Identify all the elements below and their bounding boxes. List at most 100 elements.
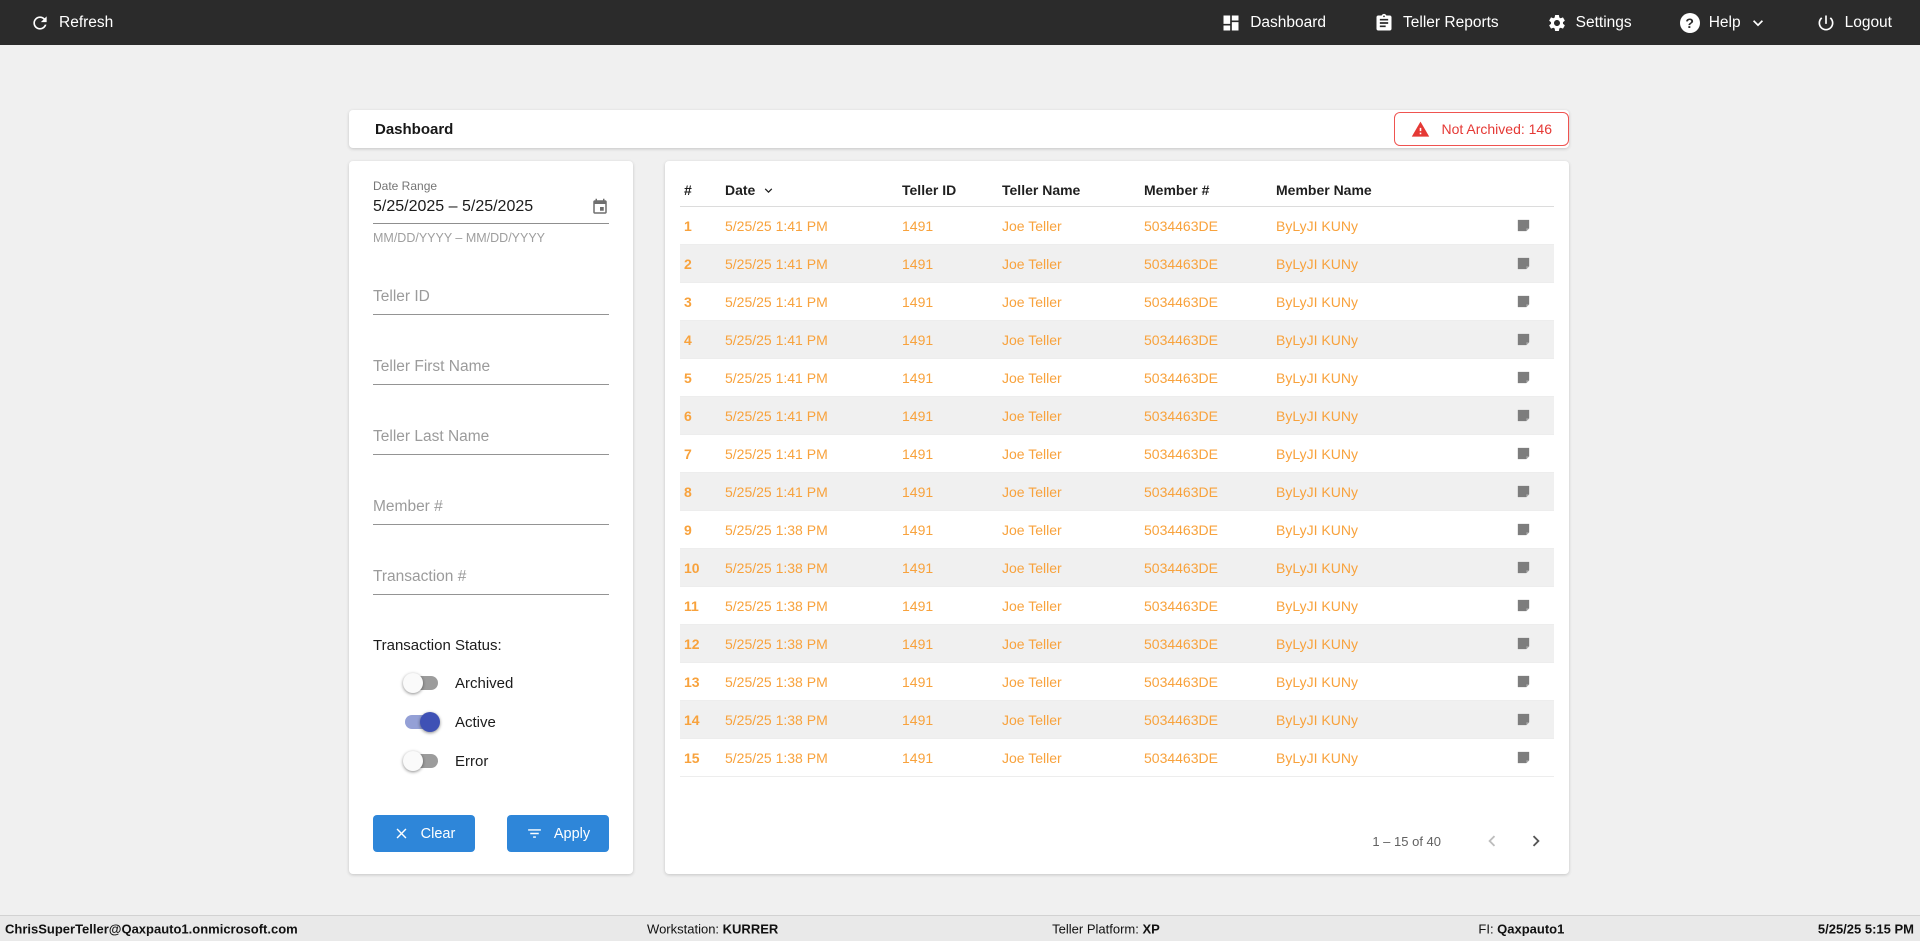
note-icon[interactable]	[1515, 445, 1532, 462]
toggle-label: Error	[455, 752, 489, 770]
cell-teller-name: Joe Teller	[998, 358, 1140, 397]
note-icon[interactable]	[1515, 559, 1532, 576]
apply-button[interactable]: Apply	[507, 815, 609, 852]
status-toggle-row[interactable]: Archived	[373, 673, 609, 693]
transaction-row[interactable]: 15 5/25/25 1:38 PM 1491 Joe Teller 50344…	[680, 738, 1554, 777]
note-icon[interactable]	[1515, 293, 1532, 310]
cell-note	[1479, 320, 1554, 359]
note-icon[interactable]	[1515, 483, 1532, 500]
status-toggle-row[interactable]: Active	[373, 712, 609, 732]
cell-teller-name: Joe Teller	[998, 624, 1140, 663]
cell-note	[1479, 548, 1554, 587]
transaction-status-label: Transaction Status:	[373, 637, 502, 654]
clear-button[interactable]: Clear	[373, 815, 475, 852]
cell-date: 5/25/25 1:38 PM	[721, 624, 898, 663]
status-toggle-list: Archived Active Error	[373, 673, 609, 771]
sort-descending-icon	[765, 188, 773, 193]
clear-button-label: Clear	[420, 825, 456, 842]
column-header-teller-id: Teller ID	[898, 173, 998, 207]
toggle-switch[interactable]	[403, 673, 440, 693]
transaction-row[interactable]: 6 5/25/25 1:41 PM 1491 Joe Teller 503446…	[680, 396, 1554, 435]
cell-note	[1479, 206, 1554, 245]
note-icon[interactable]	[1515, 635, 1532, 652]
cell-note	[1479, 358, 1554, 397]
transaction-row[interactable]: 12 5/25/25 1:38 PM 1491 Joe Teller 50344…	[680, 624, 1554, 663]
cell-note	[1479, 510, 1554, 549]
transaction-row[interactable]: 5 5/25/25 1:41 PM 1491 Joe Teller 503446…	[680, 358, 1554, 397]
toggle-switch[interactable]	[403, 751, 440, 771]
cell-teller-id: 1491	[898, 320, 998, 359]
teller-id-input[interactable]	[373, 282, 609, 315]
logged-in-user: ChrisSuperTeller@Qaxpauto1.onmicrosoft.c…	[5, 921, 298, 936]
transaction-row[interactable]: 8 5/25/25 1:41 PM 1491 Joe Teller 503446…	[680, 472, 1554, 511]
note-icon[interactable]	[1515, 597, 1532, 614]
cell-teller-id: 1491	[898, 282, 998, 321]
not-archived-badge[interactable]: Not Archived: 146	[1394, 112, 1569, 146]
note-icon[interactable]	[1515, 255, 1532, 272]
cell-date: 5/25/25 1:38 PM	[721, 548, 898, 587]
nav-item-help[interactable]: ? Help	[1679, 12, 1768, 33]
cell-member-number: 5034463DE	[1140, 624, 1272, 663]
nav-item-settings[interactable]: Settings	[1547, 13, 1632, 33]
transaction-row[interactable]: 13 5/25/25 1:38 PM 1491 Joe Teller 50344…	[680, 662, 1554, 701]
cell-member-name: ByLyJI KUNy	[1272, 282, 1479, 321]
cell-member-number: 5034463DE	[1140, 738, 1272, 777]
cell-row-number: 9	[680, 510, 721, 549]
cell-member-name: ByLyJI KUNy	[1272, 434, 1479, 473]
teller-last-name-input[interactable]	[373, 422, 609, 455]
nav-item-logout[interactable]: Logout	[1816, 13, 1892, 33]
cell-teller-name: Joe Teller	[998, 700, 1140, 739]
transaction-number-input[interactable]	[373, 562, 609, 595]
note-icon[interactable]	[1515, 407, 1532, 424]
nav-item-dashboard[interactable]: Dashboard	[1221, 13, 1326, 33]
column-header-date[interactable]: Date	[721, 173, 898, 207]
calendar-icon[interactable]	[591, 198, 609, 216]
toggle-switch[interactable]	[403, 712, 440, 732]
next-page-button[interactable]	[1525, 830, 1547, 852]
note-icon[interactable]	[1515, 521, 1532, 538]
note-icon[interactable]	[1515, 711, 1532, 728]
transaction-row[interactable]: 10 5/25/25 1:38 PM 1491 Joe Teller 50344…	[680, 548, 1554, 587]
cell-teller-name: Joe Teller	[998, 206, 1140, 245]
cell-date: 5/25/25 1:41 PM	[721, 358, 898, 397]
transaction-row[interactable]: 1 5/25/25 1:41 PM 1491 Joe Teller 503446…	[680, 206, 1554, 245]
previous-page-button[interactable]	[1481, 830, 1503, 852]
cell-teller-name: Joe Teller	[998, 320, 1140, 359]
note-icon[interactable]	[1515, 331, 1532, 348]
cell-row-number: 1	[680, 206, 721, 245]
teller-first-name-input[interactable]	[373, 352, 609, 385]
note-icon[interactable]	[1515, 749, 1532, 766]
date-range-value[interactable]: 5/25/2025 – 5/25/2025	[373, 198, 533, 216]
transaction-row[interactable]: 11 5/25/25 1:38 PM 1491 Joe Teller 50344…	[680, 586, 1554, 625]
transaction-row[interactable]: 3 5/25/25 1:41 PM 1491 Joe Teller 503446…	[680, 282, 1554, 321]
nav-label-teller-reports: Teller Reports	[1403, 13, 1499, 31]
not-archived-label: Not Archived: 146	[1441, 121, 1552, 137]
cell-member-name: ByLyJI KUNy	[1272, 700, 1479, 739]
cell-member-name: ByLyJI KUNy	[1272, 510, 1479, 549]
note-icon[interactable]	[1515, 673, 1532, 690]
note-icon[interactable]	[1515, 369, 1532, 386]
note-icon[interactable]	[1515, 217, 1532, 234]
column-header-actions	[1479, 173, 1554, 207]
transaction-row[interactable]: 9 5/25/25 1:38 PM 1491 Joe Teller 503446…	[680, 510, 1554, 549]
nav-label-dashboard: Dashboard	[1250, 13, 1327, 31]
status-toggle-row[interactable]: Error	[373, 751, 609, 771]
refresh-icon	[33, 15, 47, 30]
cell-teller-name: Joe Teller	[998, 548, 1140, 587]
cell-row-number: 5	[680, 358, 721, 397]
transaction-row[interactable]: 14 5/25/25 1:38 PM 1491 Joe Teller 50344…	[680, 700, 1554, 739]
date-format-hint: MM/DD/YYYY – MM/DD/YYYY	[373, 231, 546, 245]
cell-row-number: 13	[680, 662, 721, 701]
refresh-button[interactable]: Refresh	[30, 13, 113, 33]
cell-teller-name: Joe Teller	[998, 434, 1140, 473]
table-header-row: # Date Teller ID Teller Name Member # Me…	[680, 173, 1554, 207]
member-number-input[interactable]	[373, 492, 609, 525]
cell-note	[1479, 624, 1554, 663]
nav-item-teller-reports[interactable]: Teller Reports	[1374, 13, 1499, 33]
transaction-row[interactable]: 2 5/25/25 1:41 PM 1491 Joe Teller 503446…	[680, 244, 1554, 283]
transaction-row[interactable]: 4 5/25/25 1:41 PM 1491 Joe Teller 503446…	[680, 320, 1554, 359]
pagination-range-label: 1 – 15 of 40	[1372, 833, 1441, 849]
column-header-teller-name: Teller Name	[998, 173, 1140, 207]
transaction-row[interactable]: 7 5/25/25 1:41 PM 1491 Joe Teller 503446…	[680, 434, 1554, 473]
date-range-field[interactable]: 5/25/2025 – 5/25/2025	[373, 193, 609, 224]
